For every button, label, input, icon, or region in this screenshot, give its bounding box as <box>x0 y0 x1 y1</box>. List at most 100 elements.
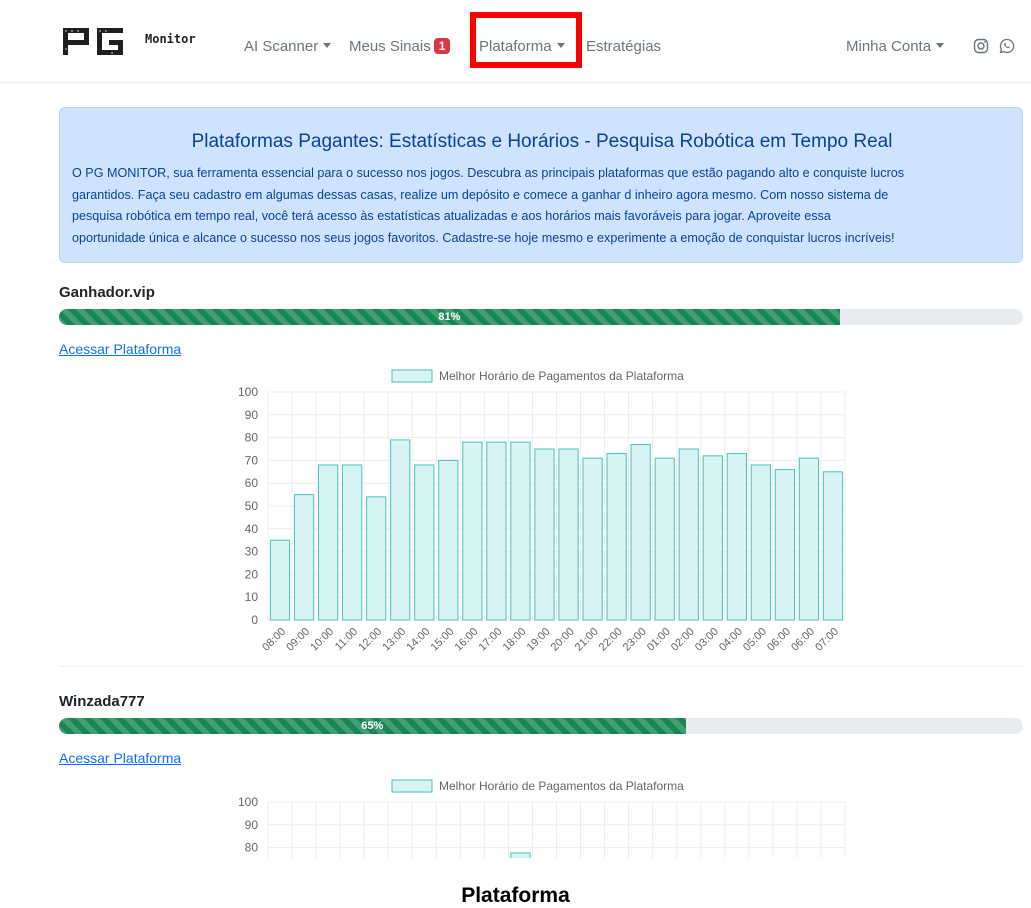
x-tick-label: 21:00 <box>573 626 601 654</box>
x-tick-label: 20:00 <box>549 626 577 654</box>
nav-ai-scanner[interactable]: AI Scanner <box>244 38 332 55</box>
bar <box>678 448 699 621</box>
bar <box>486 441 507 621</box>
navbar: Monitor AI Scanner Meus Sinais 1 Platafor… <box>0 0 1031 83</box>
x-tick-label: 13:00 <box>380 626 408 654</box>
legend-swatch <box>391 369 433 383</box>
alert-line: oportunidade única e alcance o sucesso n… <box>72 230 895 245</box>
y-tick-label: 70 <box>245 453 259 467</box>
bar <box>798 457 820 621</box>
bar <box>510 441 531 621</box>
bar <box>438 459 459 621</box>
bar <box>726 453 747 621</box>
logo-graphic: Monitor <box>63 28 196 55</box>
x-tick-label: 06:00 <box>789 626 817 654</box>
payment-hours-chart: Melhor Horário de Pagamentos da Platafor… <box>238 779 846 858</box>
nav-estrategias[interactable]: Estratégias <box>586 38 661 55</box>
bar <box>654 457 675 621</box>
bar <box>702 455 723 621</box>
whatsapp-icon[interactable] <box>999 38 1015 54</box>
y-tick-label: 50 <box>245 499 259 513</box>
x-tick-label: 22:00 <box>597 626 625 654</box>
logo-text: Monitor <box>145 32 196 46</box>
bar <box>534 448 555 621</box>
x-tick-label: 14:00 <box>404 626 432 654</box>
x-tick-label: 15:00 <box>428 626 456 654</box>
bar <box>750 464 771 621</box>
nav-minha-conta-label: Minha Conta <box>846 38 932 55</box>
chevron-down-icon <box>323 43 332 48</box>
bar <box>293 494 315 621</box>
bar <box>414 464 435 621</box>
access-platform-link[interactable]: Acessar Plataforma <box>59 341 181 357</box>
progress-bar: 81% <box>59 309 1023 325</box>
y-tick-label: 60 <box>245 476 259 490</box>
bar <box>462 441 483 621</box>
x-tick-label: 23:00 <box>621 626 649 654</box>
highlight-box <box>470 12 582 68</box>
x-tick-label: 02:00 <box>669 626 697 654</box>
bar <box>630 443 651 621</box>
alert-line: O PG MONITOR, sua ferramenta essencial p… <box>72 166 905 180</box>
bar <box>269 539 291 621</box>
progress-fill: 81% <box>59 309 840 325</box>
nav-ai-scanner-label: AI Scanner <box>244 38 319 55</box>
info-alert: Plataformas Pagantes: Estatísticas e Hor… <box>59 107 1023 263</box>
y-tick-label: 100 <box>238 385 258 399</box>
y-tick-label: 0 <box>251 613 258 627</box>
x-tick-label: 05:00 <box>741 626 769 654</box>
alert-body: O PG MONITOR, sua ferramenta essencial p… <box>72 163 1012 249</box>
nav-meus-sinais[interactable]: Meus Sinais 1 <box>349 38 451 55</box>
payment-hours-chart: Melhor Horário de Pagamentos da Platafor… <box>238 369 846 654</box>
y-tick-label: 80 <box>245 431 259 445</box>
x-tick-label: 16:00 <box>453 626 481 654</box>
y-tick-label: 100 <box>238 795 258 809</box>
x-tick-label: 08:00 <box>260 626 288 654</box>
y-tick-label: 40 <box>245 522 259 536</box>
bar <box>510 852 531 858</box>
x-tick-label: 10:00 <box>308 626 336 654</box>
x-tick-label: 11:00 <box>333 626 360 653</box>
x-tick-label: 01:00 <box>645 626 673 654</box>
bar <box>390 439 411 621</box>
y-tick-label: 90 <box>245 408 259 422</box>
y-tick-label: 10 <box>245 590 259 604</box>
alert-title: Plataformas Pagantes: Estatísticas e Hor… <box>191 131 893 152</box>
x-tick-label: 06:00 <box>765 626 793 654</box>
access-platform-link[interactable]: Acessar Plataforma <box>59 750 181 766</box>
alert-line: pesquisa robótica em tempo real, você te… <box>72 209 831 223</box>
platform-name: Ganhador.vip <box>59 284 155 301</box>
legend-swatch <box>391 779 433 793</box>
x-tick-label: 04:00 <box>717 626 745 654</box>
caption: Plataforma <box>461 884 570 907</box>
x-tick-label: 18:00 <box>501 626 529 654</box>
x-tick-label: 03:00 <box>693 626 721 654</box>
bar <box>366 496 387 621</box>
progress-bar: 65% <box>59 718 1023 734</box>
nav-meus-sinais-label: Meus Sinais <box>349 38 431 55</box>
bar <box>606 453 627 621</box>
y-tick-label: 80 <box>245 841 259 855</box>
y-tick-label: 20 <box>245 567 259 581</box>
pg-monitor-logo[interactable]: Monitor <box>63 28 219 60</box>
y-tick-label: 90 <box>245 818 259 832</box>
legend-label: Melhor Horário de Pagamentos da Platafor… <box>439 779 684 793</box>
instagram-icon[interactable] <box>973 38 989 54</box>
alert-line: garantidos. Faça seu cadastro em algumas… <box>72 187 889 202</box>
x-tick-label: 12:00 <box>356 626 384 654</box>
nav-minha-conta[interactable]: Minha Conta <box>846 38 945 55</box>
bar <box>342 464 363 621</box>
bar <box>822 471 844 621</box>
y-tick-label: 30 <box>245 545 259 559</box>
x-tick-label: 07:00 <box>813 626 841 654</box>
bar <box>774 469 796 621</box>
bar <box>558 448 579 621</box>
nav-estrategias-label: Estratégias <box>586 38 662 55</box>
bar <box>582 457 603 621</box>
x-tick-label: 17:00 <box>477 626 505 654</box>
chevron-down-icon <box>936 43 945 48</box>
section-divider <box>59 666 1023 667</box>
bar <box>317 464 339 621</box>
legend-label: Melhor Horário de Pagamentos da Platafor… <box>439 369 684 383</box>
x-tick-label: 19:00 <box>525 626 553 654</box>
